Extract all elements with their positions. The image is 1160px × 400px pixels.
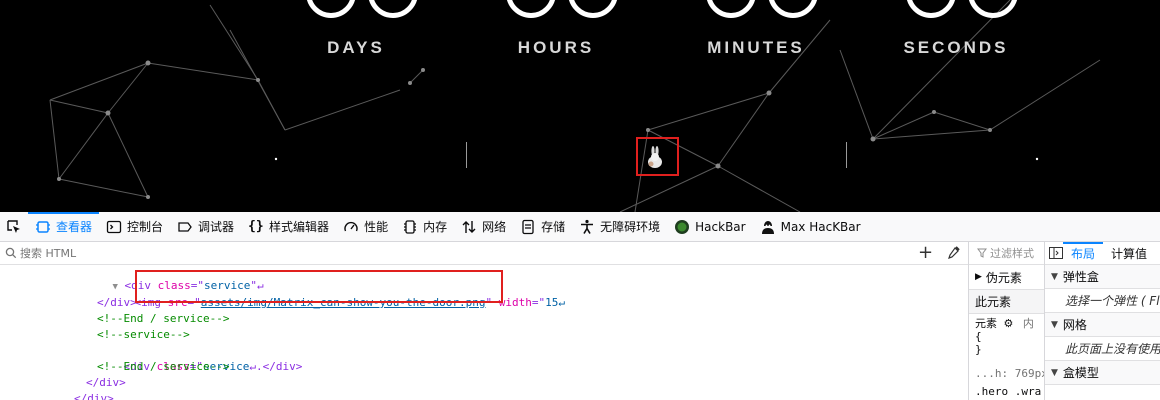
tab-label: 内存 (423, 220, 448, 234)
digit-ring (906, 0, 956, 18)
tab-label: 控制台 (127, 220, 164, 234)
digit-ring (768, 0, 818, 18)
max-hackbar-icon (761, 220, 774, 234)
countdown-divider (466, 142, 467, 168)
tab-inspector[interactable]: 查看器 (28, 211, 100, 242)
eyedropper-icon[interactable] (946, 246, 960, 260)
debugger-icon (178, 221, 192, 232)
grid-description: 此页面上没有使用 (1045, 337, 1160, 361)
tab-max-hackbar[interactable]: Max HacKBar (753, 212, 868, 242)
countdown-label-hours: HOURS (517, 38, 595, 57)
markup-node[interactable]: </div> (74, 391, 114, 400)
filter-styles-input[interactable]: 过滤样式 (969, 242, 1044, 265)
markup-comment[interactable]: <!--End / service--> (97, 359, 229, 375)
tab-label: 查看器 (56, 220, 93, 234)
tab-layout[interactable]: 布局 (1063, 241, 1104, 265)
element-picker-button[interactable] (0, 212, 28, 242)
tab-debugger[interactable]: 调试器 (170, 212, 241, 242)
tab-style-editor[interactable]: {} 样式编辑器 (241, 212, 336, 242)
layout-pane: 布局 计算值 ▼弹性盒 选择一个弹性 ( Flex ▼网格 此页面上没有使用 ▼… (1044, 241, 1160, 400)
tab-label: 存储 (541, 220, 566, 234)
markup-node[interactable]: </div> (86, 375, 126, 391)
flexbox-description: 选择一个弹性 ( Flex (1045, 289, 1160, 313)
hackbar-icon (675, 219, 690, 234)
rule-source[interactable]: ...h: 769px (969, 367, 1048, 380)
grid-section[interactable]: ▼ 网格 (1045, 313, 1160, 337)
tab-label: 无障碍环境 (600, 220, 661, 234)
src-highlight-box (135, 270, 503, 303)
rules-pane: 过滤样式 ▶ 伪元素 此元素 元素 ⚙ 内 { } ...h: 769px .h… (968, 242, 1048, 400)
network-icon (462, 220, 476, 233)
storage-icon (522, 219, 534, 234)
accessibility-icon (581, 219, 594, 234)
console-icon (106, 220, 122, 233)
tab-label: HackBar (695, 219, 746, 234)
countdown-seconds: SECONDS (856, 0, 1056, 57)
digit-ring (568, 0, 618, 18)
markup-comment[interactable]: <!--service--> (97, 327, 190, 343)
search-icon (5, 247, 17, 259)
rabbit-highlight-box (636, 137, 679, 176)
element-rule-header: 元素 ⚙ 内 (975, 317, 1034, 330)
digit-ring (306, 0, 356, 18)
tab-performance[interactable]: 性能 (336, 212, 395, 242)
box-model-section[interactable]: ▼ 盒模型 (1045, 361, 1160, 385)
countdown-label-minutes: MINUTES (707, 38, 805, 57)
tab-label: 性能 (364, 220, 389, 234)
tab-computed[interactable]: 计算值 (1103, 242, 1155, 265)
tab-label: Max HacKBar (780, 219, 861, 234)
rule-brace: { (975, 330, 982, 343)
memory-icon (404, 219, 417, 234)
add-node-button[interactable]: + (918, 244, 933, 262)
element-picker-icon (7, 219, 20, 233)
digit-ring (506, 0, 556, 18)
gear-icon[interactable]: ⚙ (1004, 317, 1014, 330)
style-editor-icon: {} (248, 218, 264, 234)
digit-ring (368, 0, 418, 18)
markup-comment[interactable]: <!--End / service--> (97, 311, 229, 327)
markup-node[interactable]: </div> (97, 295, 137, 311)
tab-label: 调试器 (198, 220, 235, 234)
tab-memory[interactable]: 内存 (395, 212, 454, 242)
countdown-hours: HOURS (456, 0, 656, 57)
digit-ring (706, 0, 756, 18)
performance-icon (344, 221, 358, 231)
flexbox-section[interactable]: ▼ 弹性盒 (1045, 265, 1160, 289)
countdown-days: DAYS (256, 0, 456, 57)
tab-label: 样式编辑器 (269, 220, 330, 234)
countdown-minutes: MINUTES (656, 0, 856, 57)
collapse-triangle-icon: ▼ (1051, 319, 1058, 330)
expand-triangle-icon: ▶ (975, 272, 982, 282)
sidebar-tabs: 布局 计算值 (1045, 241, 1160, 265)
digit-ring (968, 0, 1018, 18)
rule-selector: .hero .wra (975, 385, 1042, 398)
search-html-input[interactable] (20, 246, 900, 260)
toggle-sidebar-icon[interactable] (1049, 247, 1063, 259)
tab-label: 网络 (482, 220, 507, 234)
countdown-page: DAYS HOURS MINUTES SECONDS (0, 0, 1160, 212)
collapse-triangle-icon: ▼ (1051, 271, 1058, 282)
tab-console[interactable]: 控制台 (99, 212, 170, 242)
tab-storage[interactable]: 存储 (513, 212, 572, 242)
countdown-divider (846, 142, 847, 168)
particle-network-background (49, 0, 1101, 212)
collapse-triangle-icon: ▼ (1051, 367, 1058, 378)
pseudo-elements-toggle[interactable]: ▶ 伪元素 (969, 265, 1044, 290)
inspector-search-bar: + (0, 242, 968, 265)
devtools-toolbar: 查看器 控制台 调试器 {} 样式编辑器 性能 内存 网络 存储 无障碍环境 H… (0, 211, 1160, 242)
countdown-label-days: DAYS (327, 38, 385, 57)
filter-icon (977, 248, 987, 258)
tab-network[interactable]: 网络 (454, 212, 513, 242)
countdown-label-seconds: SECONDS (903, 38, 1009, 57)
rule-brace: } (975, 343, 982, 356)
tab-accessibility[interactable]: 无障碍环境 (572, 212, 667, 242)
inspector-icon (36, 220, 50, 233)
this-element-header: 此元素 (969, 290, 1044, 314)
tab-hackbar[interactable]: HackBar (667, 212, 752, 242)
